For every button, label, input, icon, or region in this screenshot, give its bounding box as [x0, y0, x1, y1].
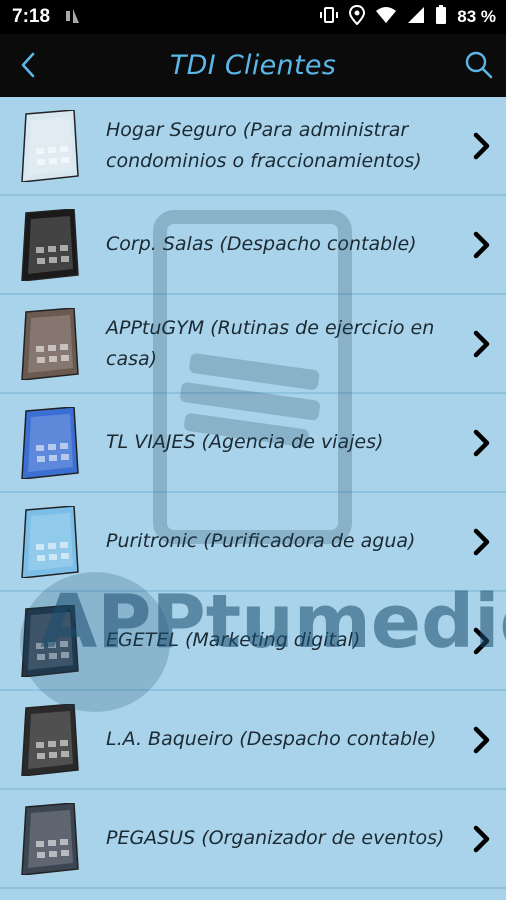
chevron-right-icon[interactable] [470, 329, 494, 359]
list-item[interactable]: PEGASUS (Organizador de eventos) [0, 790, 506, 889]
client-label: Hogar Seguro (Para administrar condomini… [106, 118, 422, 172]
list-item[interactable]: Corp. Salas (Despacho contable) [0, 196, 506, 295]
list-item[interactable]: Hogar Seguro (Para administrar condomini… [0, 97, 506, 196]
chevron-right-icon[interactable] [470, 527, 494, 557]
signal-icon [64, 8, 82, 27]
location-icon [349, 4, 366, 30]
client-label: Corp. Salas (Despacho contable) [106, 233, 417, 255]
chevron-right-icon[interactable] [470, 131, 494, 161]
client-label: EGETEL (Marketing digital) [106, 629, 361, 651]
chevron-right-icon[interactable] [470, 428, 494, 458]
client-app-thumbnail [18, 504, 80, 579]
app-bar: TDI Clientes [0, 34, 506, 97]
client-label: PEGASUS (Organizador de eventos) [106, 827, 445, 849]
client-list[interactable]: Hogar Seguro (Para administrar condomini… [0, 97, 506, 900]
client-app-thumbnail [18, 405, 80, 480]
chevron-right-icon[interactable] [470, 824, 494, 854]
client-app-thumbnail [18, 702, 80, 777]
status-bar: 7:18 83 % [0, 0, 506, 34]
client-app-thumbnail [18, 108, 80, 183]
cellular-icon [407, 6, 425, 29]
client-label: Puritronic (Purificadora de agua) [106, 530, 416, 552]
vibrate-icon [319, 6, 339, 29]
chevron-right-icon[interactable] [470, 626, 494, 656]
client-app-thumbnail [18, 306, 80, 381]
list-item[interactable]: EGETEL (Marketing digital) [0, 592, 506, 691]
client-app-thumbnail [18, 801, 80, 876]
chevron-right-icon[interactable] [470, 725, 494, 755]
client-app-thumbnail [18, 603, 80, 678]
list-item[interactable]: APPtuGYM (Rutinas de ejercicio en casa) [0, 295, 506, 394]
back-arrow-icon[interactable] [14, 50, 44, 80]
search-icon[interactable] [464, 50, 494, 80]
list-item[interactable]: TL VIAJES (Agencia de viajes) [0, 394, 506, 493]
client-label: APPtuGYM (Rutinas de ejercicio en casa) [106, 316, 435, 370]
wifi-icon [375, 6, 397, 29]
client-label: L.A. Baqueiro (Despacho contable) [106, 728, 437, 750]
client-label: TL VIAJES (Agencia de viajes) [106, 431, 384, 453]
battery-icon [435, 4, 447, 30]
list-item[interactable]: Puritronic (Purificadora de agua) [0, 493, 506, 592]
list-item[interactable]: L.A. Baqueiro (Despacho contable) [0, 691, 506, 790]
chevron-right-icon[interactable] [470, 230, 494, 260]
page-title: TDI Clientes [169, 50, 337, 81]
status-time: 7:18 [12, 6, 51, 27]
client-app-thumbnail [18, 207, 80, 282]
battery-percent: 83 % [457, 7, 496, 26]
